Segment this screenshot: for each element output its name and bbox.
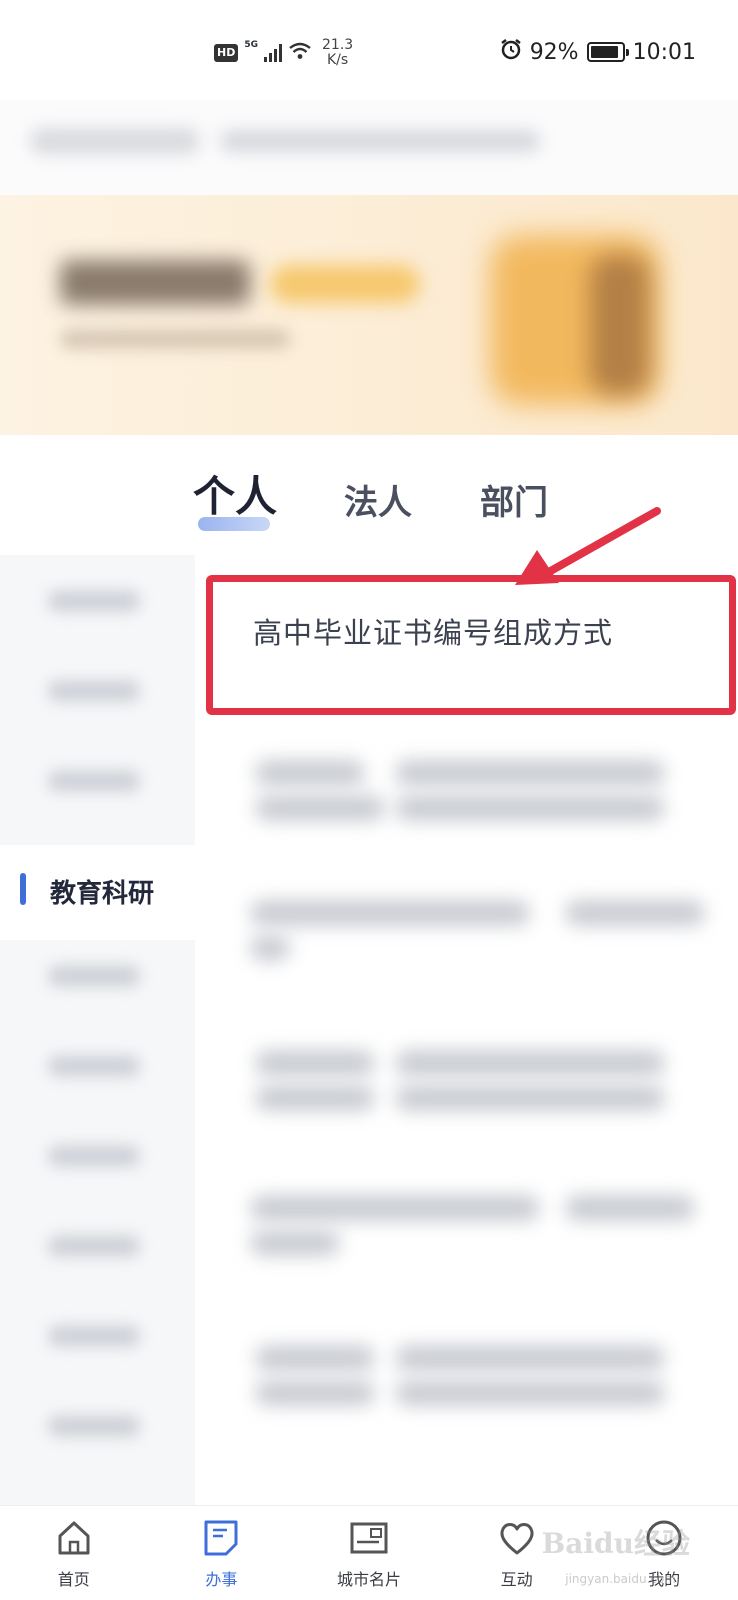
nav-services[interactable]: 办事: [148, 1506, 296, 1600]
sidebar-item-blurred[interactable]: [48, 1145, 140, 1167]
sidebar-item-blurred[interactable]: [48, 1325, 140, 1347]
blurred-list-item[interactable]: [395, 795, 665, 821]
sidebar-item-education[interactable]: 教育科研: [0, 845, 195, 940]
network-type: 5G: [244, 40, 258, 50]
category-sidebar: 教育科研: [0, 555, 195, 1505]
battery-icon: [586, 42, 629, 62]
watermark-logo: Baidu经验: [541, 1527, 690, 1560]
blurred-list-item[interactable]: [250, 900, 530, 926]
hd-badge: HD: [214, 44, 239, 62]
home-icon: [52, 1516, 96, 1560]
nav-label: 办事: [205, 1570, 238, 1589]
signal-icon: [264, 44, 282, 62]
blurred-list-item[interactable]: [255, 760, 365, 786]
promo-banner[interactable]: [0, 195, 738, 435]
search-header[interactable]: [0, 100, 738, 195]
sidebar-item-blurred[interactable]: [48, 770, 140, 792]
sidebar-item-blurred[interactable]: [48, 680, 140, 702]
network-speed: 21.3 K/s: [322, 38, 353, 68]
wifi-icon: [288, 41, 312, 65]
alarm-icon: [500, 38, 522, 66]
tab-personal[interactable]: 个人: [193, 463, 277, 524]
blurred-list-item[interactable]: [565, 1195, 695, 1221]
status-bar: HD 5G 21.3 K/s 92% 10:01: [0, 0, 738, 100]
blurred-banner-button: [270, 265, 420, 303]
highlight-annotation-box: [206, 575, 736, 715]
blurred-location: [30, 128, 200, 154]
blurred-list-item[interactable]: [255, 1085, 375, 1111]
speed-value: 21.3: [322, 37, 354, 53]
sidebar-item-blurred[interactable]: [48, 1055, 140, 1077]
blurred-list-item[interactable]: [395, 1380, 665, 1406]
blurred-list-item[interactable]: [255, 1050, 375, 1076]
sidebar-item-label: 教育科研: [50, 879, 155, 909]
status-right: 92% 10:01: [500, 38, 696, 66]
sidebar-active-marker: [20, 873, 26, 905]
blurred-list-item[interactable]: [250, 1195, 540, 1221]
blurred-list-item[interactable]: [255, 1380, 375, 1406]
sidebar-item-blurred[interactable]: [48, 965, 140, 987]
blurred-list-item[interactable]: [255, 795, 385, 821]
sidebar-item-blurred[interactable]: [48, 590, 140, 612]
nav-label: 首页: [57, 1570, 90, 1589]
postcard-icon: [347, 1516, 391, 1560]
clock: 10:01: [632, 39, 696, 65]
blurred-list-item[interactable]: [395, 1345, 665, 1371]
battery-percent: 92%: [529, 39, 579, 65]
tab-active-indicator: [198, 517, 270, 531]
nav-label: 城市名片: [336, 1570, 401, 1589]
blurred-list-item[interactable]: [395, 1085, 665, 1111]
sidebar-item-blurred[interactable]: [48, 1235, 140, 1257]
status-left: HD 5G 21.3 K/s: [214, 38, 353, 68]
blurred-list-item[interactable]: [255, 1345, 375, 1371]
blurred-list-item[interactable]: [565, 900, 705, 926]
heart-icon: [495, 1516, 539, 1560]
speed-unit: K/s: [326, 52, 349, 68]
blurred-banner-title: [60, 260, 250, 305]
nav-label: 互动: [500, 1570, 533, 1589]
blurred-search: [220, 130, 540, 152]
blurred-banner-figure: [590, 255, 650, 395]
blurred-list-item[interactable]: [250, 1230, 340, 1256]
blurred-list-item[interactable]: [395, 760, 665, 786]
watermark-url: jingyan.baidu.com: [565, 1572, 676, 1586]
blurred-list-item[interactable]: [250, 935, 290, 961]
blurred-list-item[interactable]: [395, 1050, 665, 1076]
tab-legal-person[interactable]: 法人: [344, 475, 412, 524]
blurred-banner-subtitle: [60, 330, 290, 348]
nav-home[interactable]: 首页: [0, 1506, 148, 1600]
annotation-arrow-icon: [515, 507, 661, 585]
sidebar-item-blurred[interactable]: [48, 1415, 140, 1437]
nav-city-card[interactable]: 城市名片: [295, 1506, 443, 1600]
document-icon: [199, 1516, 243, 1560]
